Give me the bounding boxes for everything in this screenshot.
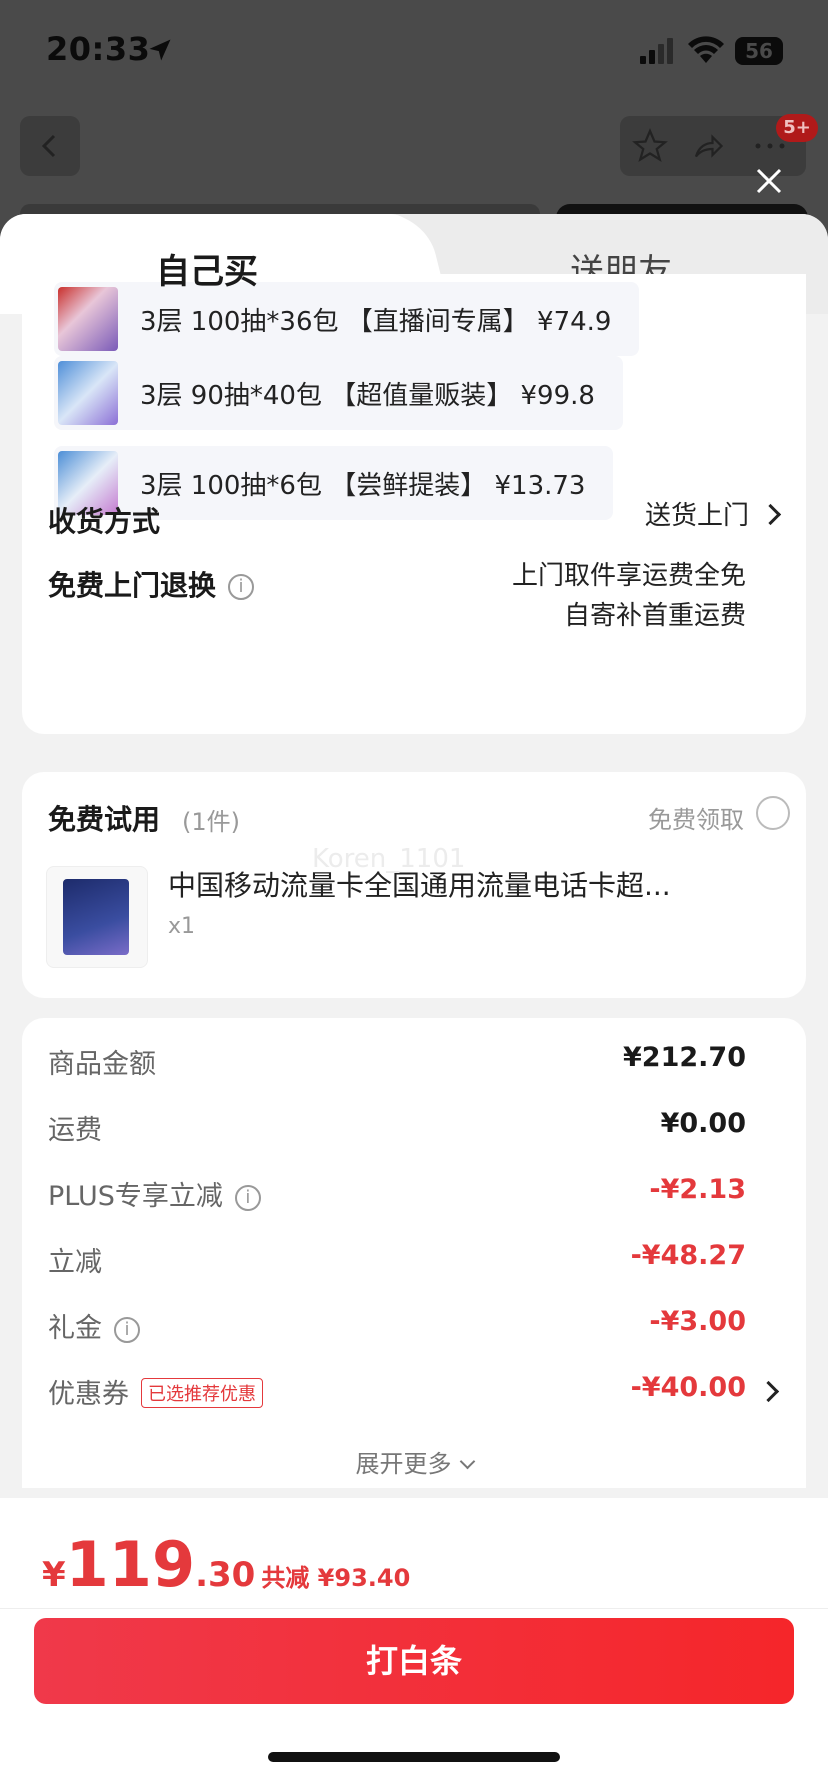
shipping-label: 运费 (48, 1115, 102, 1146)
price-decimal: .30 (195, 1555, 256, 1595)
order-info-card: 3层 100抽*36包 【直播间专属】 ¥74.9 3层 90抽*40包 【超值… (22, 274, 806, 734)
tab-buy-self[interactable]: 自己买 (156, 244, 258, 293)
battery-indicator: 56 (735, 37, 783, 65)
coupon-text: 优惠券 (48, 1379, 129, 1410)
free-return-desc: 上门取件享运费全免 自寄补首重运费 (512, 556, 746, 636)
fee-row-instant-cut: 立减 -¥48.27 (48, 1240, 746, 1280)
total-price: ¥119.30 共减 ¥93.40 (42, 1528, 410, 1601)
plus-discount-value: -¥2.13 (649, 1174, 746, 1205)
star-icon[interactable] (632, 128, 668, 164)
plus-discount-text: PLUS专享立减 (48, 1181, 223, 1212)
info-icon[interactable]: i (234, 1184, 261, 1211)
checkout-sheet: 自己买 送朋友 3层 100抽*36包 【直播间专属】 ¥74.9 3层 90抽… (0, 214, 828, 1792)
chevron-left-icon (41, 134, 56, 158)
coupon-recommended-tag: 已选推荐优惠 (141, 1377, 263, 1408)
checkout-bar: ¥119.30 共减 ¥93.40 打白条 (0, 1498, 828, 1792)
fee-row-gift-money: 礼金 i -¥3.00 (48, 1306, 746, 1346)
notification-badge: 5+ (776, 114, 818, 142)
sku-option[interactable]: 3层 90抽*40包 【超值量贩装】 ¥99.8 (54, 356, 623, 430)
product-thumbnail (58, 287, 118, 351)
pay-baitiao-button[interactable]: 打白条 (34, 1618, 794, 1704)
expand-more-text: 展开更多 (355, 1450, 452, 1478)
fee-row-goods: 商品金额 ¥212.70 (48, 1042, 746, 1082)
back-button[interactable] (20, 116, 80, 176)
free-claim-radio[interactable] (756, 796, 790, 830)
share-icon[interactable] (690, 128, 726, 164)
home-indicator (268, 1752, 560, 1762)
divider (0, 1608, 828, 1609)
coupon-value: -¥40.00 (630, 1372, 746, 1403)
free-return-text: 免费上门退换 (48, 569, 217, 602)
info-icon[interactable]: i (114, 1316, 140, 1343)
sku-text: 3层 100抽*36包 【直播间专属】 ¥74.9 (140, 306, 612, 337)
free-return-line2: 自寄补首重运费 (563, 601, 746, 631)
plus-discount-label: PLUS专享立减 i (48, 1174, 261, 1213)
chevron-down-icon (459, 1453, 475, 1470)
goods-amount-label: 商品金额 (48, 1049, 156, 1080)
fee-row-coupon[interactable]: 优惠券 已选推荐优惠 -¥40.00 (48, 1372, 780, 1412)
fee-row-plus: PLUS专享立减 i -¥2.13 (48, 1174, 746, 1214)
sim-card-image (63, 879, 129, 955)
info-icon[interactable]: i (228, 574, 255, 600)
instant-cut-value: -¥48.27 (630, 1240, 746, 1271)
status-bar: 20:33 56 (0, 0, 828, 100)
sku-text: 3层 90抽*40包 【超值量贩装】 ¥99.8 (140, 380, 595, 411)
fee-row-shipping: 运费 ¥0.00 (48, 1108, 746, 1148)
delivery-method-value: 送货上门 (644, 501, 749, 531)
trial-product-qty: x1 (168, 914, 196, 939)
location-arrow-icon (149, 39, 171, 61)
free-trial-title: 免费试用 (48, 803, 161, 836)
gift-money-label: 礼金 i (48, 1306, 140, 1345)
watermark: Koren_1101 (312, 844, 466, 874)
free-return-label: 免费上门退换 i (48, 564, 255, 604)
free-trial-card: 免费试用 (1件) 免费领取 中国移动流量卡全国通用流量电话卡超... x1 K… (22, 772, 806, 998)
wifi-icon (688, 36, 724, 63)
total-saved: 共减 ¥93.40 (261, 1564, 411, 1592)
sku-option[interactable]: 3层 100抽*36包 【直播间专属】 ¥74.9 (54, 282, 640, 356)
product-thumbnail (58, 361, 118, 425)
shipping-value: ¥0.00 (660, 1108, 746, 1139)
chevron-right-icon (757, 1380, 780, 1403)
delivery-method-selector[interactable]: 送货上门 (644, 496, 782, 536)
close-icon[interactable] (752, 164, 786, 198)
signal-icon (640, 38, 673, 64)
delivery-method-label: 收货方式 (48, 505, 161, 538)
free-trial-count: (1件) (182, 808, 240, 836)
expand-more-button[interactable]: 展开更多 (22, 1444, 806, 1479)
chevron-right-icon (759, 503, 782, 526)
price-breakdown-card: 商品金额 ¥212.70 运费 ¥0.00 PLUS专享立减 i -¥2.13 立… (22, 1018, 806, 1488)
instant-cut-label: 立减 (48, 1247, 102, 1278)
free-return-line1: 上门取件享运费全免 (511, 561, 746, 591)
coupon-label: 优惠券 已选推荐优惠 (48, 1372, 263, 1411)
status-time: 20:33 (46, 30, 151, 68)
sku-text: 3层 100抽*6包 【尝鲜提装】 ¥13.73 (140, 470, 586, 501)
goods-amount-value: ¥212.70 (623, 1042, 746, 1073)
currency-symbol: ¥ (42, 1555, 66, 1595)
gift-money-text: 礼金 (48, 1313, 102, 1344)
trial-product-thumbnail (46, 866, 148, 968)
gift-money-value: -¥3.00 (649, 1306, 746, 1337)
free-claim-label: 免费领取 (648, 806, 744, 834)
price-integer: 119 (65, 1528, 196, 1601)
